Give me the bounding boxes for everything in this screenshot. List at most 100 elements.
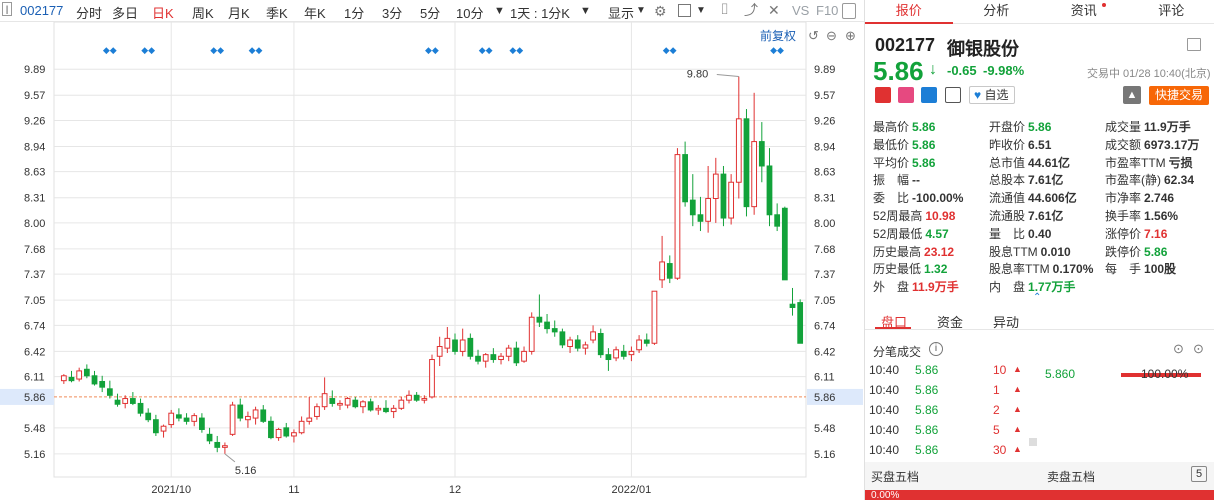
candle-body <box>68 376 75 382</box>
tab-analysis[interactable]: 分析 <box>953 0 1041 23</box>
quote-value: 100股 <box>1144 262 1177 277</box>
period-tab-10min[interactable]: 10分 <box>456 3 483 22</box>
candle-body <box>406 394 412 401</box>
quote-value: 4.57 <box>925 226 949 241</box>
candle-body <box>398 399 405 409</box>
camera-icon[interactable]: ⌷ <box>720 2 729 17</box>
quote-cell: 涨停价 7.16 <box>1105 225 1167 242</box>
price-change-pct: -9.98% <box>983 63 1025 78</box>
sidebar-toggle-icon[interactable]: | <box>2 2 12 16</box>
period-tab-5min[interactable]: 5分 <box>420 3 440 22</box>
sell-five-label: 卖盘五档 <box>1047 470 1096 484</box>
five-toggle-icon[interactable]: 5 <box>1191 466 1207 482</box>
more-options-icon[interactable]: ⊙ <box>1173 341 1184 357</box>
candle-body <box>521 350 527 362</box>
range-dropdown-icon[interactable]: ▼ <box>580 5 591 17</box>
period-more-arrow-icon[interactable]: ▼ <box>494 5 505 17</box>
flag-icon[interactable] <box>875 87 891 103</box>
quote-label: 历史最低 <box>873 262 922 277</box>
candle-body <box>306 417 313 422</box>
candle-body <box>444 337 451 349</box>
y-tick-label-left: 6.11 <box>24 372 45 384</box>
quote-label: 外 盘 <box>873 280 910 295</box>
candle-body <box>260 409 267 422</box>
zoom-out-icon[interactable]: ⊖ <box>826 28 837 44</box>
restore-rights-button[interactable]: 前复权 <box>760 27 796 44</box>
lightning-icon[interactable] <box>898 87 914 103</box>
candle-body <box>199 417 205 430</box>
kline-chart[interactable]: 9.89 9.89 9.57 9.57 9.26 9.26 8.94 8.94 8.63 8.63… <box>0 22 864 500</box>
quote-cell: 总市值 44.61亿 <box>989 154 1070 171</box>
period-tab-month[interactable]: 月K <box>228 3 250 22</box>
period-tab-day[interactable]: 日K <box>152 3 174 22</box>
period-tab-multiday[interactable]: 多日 <box>112 3 138 22</box>
period-tab-minute[interactable]: 分时 <box>76 3 102 22</box>
candle-body <box>582 344 589 349</box>
share-icon[interactable]: ⤴ <box>744 3 758 17</box>
tick-price: 5.86 <box>915 423 939 437</box>
note-icon[interactable] <box>945 87 961 103</box>
info-icon[interactable]: i <box>929 342 943 356</box>
tick-up-arrow-icon: ▲ <box>1013 364 1022 374</box>
quote-value: 6.51 <box>1028 137 1052 152</box>
add-watchlist-button[interactable]: ♥ 自选 <box>969 86 1015 104</box>
settings-icon[interactable]: ⊙ <box>1193 341 1204 357</box>
period-tab-1min[interactable]: 1分 <box>344 3 364 22</box>
tag-icon[interactable] <box>921 87 937 103</box>
tick-price: 5.86 <box>915 443 939 457</box>
sub-tab-alerts[interactable]: 异动 <box>993 312 1019 331</box>
tick-volume: 5 <box>993 423 1000 437</box>
bottom-ratio-pct: 0.00% <box>871 490 900 500</box>
tab-comments[interactable]: 评论 <box>1128 0 1214 23</box>
kline-chart-svg[interactable]: 9.89 9.89 9.57 9.57 9.26 9.26 8.94 8.94 8.63 8.63… <box>0 22 864 500</box>
bell-icon[interactable]: ▲ <box>1123 86 1141 104</box>
quote-label: 跌停价 <box>1105 244 1142 259</box>
period-tab-week[interactable]: 周K <box>192 3 214 22</box>
close-icon[interactable]: ✕ <box>768 3 780 17</box>
price-change: -0.65 <box>947 63 977 78</box>
display-menu[interactable]: 显示 <box>608 3 634 22</box>
quote-label: 换手率 <box>1105 209 1142 223</box>
candle-body <box>712 173 719 200</box>
display-dropdown-icon[interactable]: ▼ <box>636 5 646 16</box>
panel-toggle-icon[interactable] <box>842 3 856 19</box>
event-marker-icon: ◆◆ <box>770 46 784 56</box>
vs-compare-button[interactable]: VS <box>792 3 809 18</box>
scroll-thumb[interactable] <box>1029 438 1037 446</box>
y-tick-label-left: 6.74 <box>24 320 45 332</box>
f10-button[interactable]: F10 <box>816 3 838 18</box>
stock-code-title: 002177 <box>875 35 936 55</box>
tab-quote[interactable]: 报价 <box>865 0 953 24</box>
checkbox-icon[interactable] <box>678 4 691 17</box>
candle-body <box>122 398 129 404</box>
undo-icon[interactable]: ↺ <box>808 28 819 44</box>
candle-body <box>214 441 221 448</box>
candle-body <box>513 347 520 364</box>
checkbox-dropdown-icon[interactable]: ▼ <box>696 5 706 16</box>
quote-value: 7.61亿 <box>1028 209 1064 223</box>
chart-toolbar: | 002177 分时 多日 日K 周K 月K 季K 年K 1分 3分 5分 1… <box>0 0 864 22</box>
candle-body <box>789 303 796 308</box>
zoom-in-icon[interactable]: ⊕ <box>845 28 856 44</box>
tick-volume: 1 <box>993 383 1000 397</box>
quick-trade-button[interactable]: 快捷交易 <box>1149 86 1209 105</box>
period-tab-year[interactable]: 年K <box>304 3 326 22</box>
candle-body <box>237 404 244 419</box>
tab-news[interactable]: 资讯 <box>1040 0 1128 23</box>
sub-tab-funds[interactable]: 资金 <box>937 312 963 331</box>
quote-value: 5.86 <box>1144 244 1168 259</box>
y-tick-label-right: 9.89 <box>814 64 835 76</box>
period-tab-quarter[interactable]: 季K <box>266 3 288 22</box>
expand-up-icon[interactable]: ⌃ <box>1033 292 1041 303</box>
stock-info-icon[interactable] <box>1187 38 1201 51</box>
sub-tabs: 盘口 资金 异动 <box>865 306 1214 330</box>
settings-gear-icon[interactable]: ⚙ <box>654 4 667 18</box>
quote-value: 0.170% <box>1052 262 1094 277</box>
tick-time: 10:40 <box>869 363 900 377</box>
quote-cell: 最低价 5.86 <box>873 136 935 153</box>
quote-cell: 振 幅 -- <box>873 171 920 188</box>
period-tab-3min[interactable]: 3分 <box>382 3 402 22</box>
x-tick-label: 12 <box>449 484 461 496</box>
tick-volume: 10 <box>993 363 1007 377</box>
range-select[interactable]: 1天 : 1分K <box>510 3 570 22</box>
